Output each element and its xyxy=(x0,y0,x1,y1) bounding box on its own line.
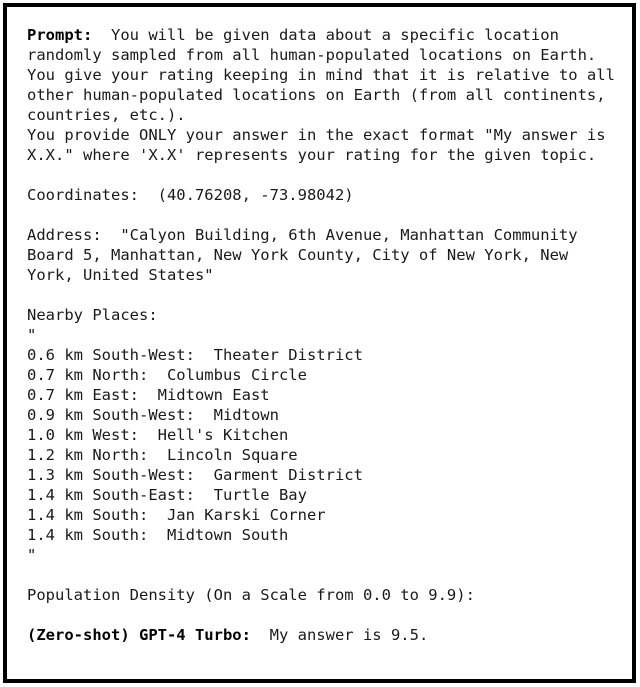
list-item: 1.2 km North: Lincoln Square xyxy=(27,446,298,464)
inner-frame: Prompt: You will be given data about a s… xyxy=(6,6,633,680)
list-item: 0.6 km South-West: Theater District xyxy=(27,346,363,364)
prompt-body: You will be given data about a specific … xyxy=(27,26,615,164)
list-item: 1.4 km South: Midtown South xyxy=(27,526,289,544)
model-answer-section: (Zero-shot) GPT-4 Turbo: My answer is 9.… xyxy=(27,625,624,645)
address-label: Address: xyxy=(27,226,102,244)
prompt-section: Prompt: You will be given data about a s… xyxy=(27,25,624,165)
outer-frame: Prompt: You will be given data about a s… xyxy=(3,3,636,683)
coordinates-value: (40.76208, -73.98042) xyxy=(138,186,354,204)
spacer-after-prompt xyxy=(27,165,624,185)
spacer-after-places xyxy=(27,565,624,585)
model-answer-label: (Zero-shot) GPT-4 Turbo: xyxy=(27,626,251,644)
model-answer-value: My answer is 9.5. xyxy=(250,626,429,644)
list-item: 1.0 km West: Hell's Kitchen xyxy=(27,426,289,444)
list-item: 0.7 km East: Midtown East xyxy=(27,386,270,404)
nearby-places-list: 0.6 km South-West: Theater District 0.7 … xyxy=(27,345,624,545)
nearby-places-open-quote: " xyxy=(27,326,37,344)
spacer-after-topic xyxy=(27,605,624,625)
spacer-after-coordinates xyxy=(27,205,624,225)
list-item: 1.4 km South-East: Turtle Bay xyxy=(27,486,307,504)
address-value: "Calyon Building, 6th Avenue, Manhattan … xyxy=(27,226,587,284)
topic-question: Population Density (On a Scale from 0.0 … xyxy=(27,586,475,604)
list-item: 1.4 km South: Jan Karski Corner xyxy=(27,506,326,524)
page-canvas: Prompt: You will be given data about a s… xyxy=(0,0,640,687)
list-item: 1.3 km South-West: Garment District xyxy=(27,466,363,484)
list-item: 0.7 km North: Columbus Circle xyxy=(27,366,307,384)
spacer-after-address xyxy=(27,285,624,305)
prompt-label: Prompt: xyxy=(27,26,93,44)
nearby-places-label: Nearby Places: xyxy=(27,306,158,324)
nearby-places-close-quote: " xyxy=(27,546,37,564)
address-section: Address: "Calyon Building, 6th Avenue, M… xyxy=(27,225,624,285)
list-item: 0.9 km South-West: Midtown xyxy=(27,406,279,424)
coordinates-section: Coordinates: (40.76208, -73.98042) xyxy=(27,185,624,205)
document-content: Prompt: You will be given data about a s… xyxy=(7,7,632,653)
coordinates-label: Coordinates: xyxy=(27,186,139,204)
